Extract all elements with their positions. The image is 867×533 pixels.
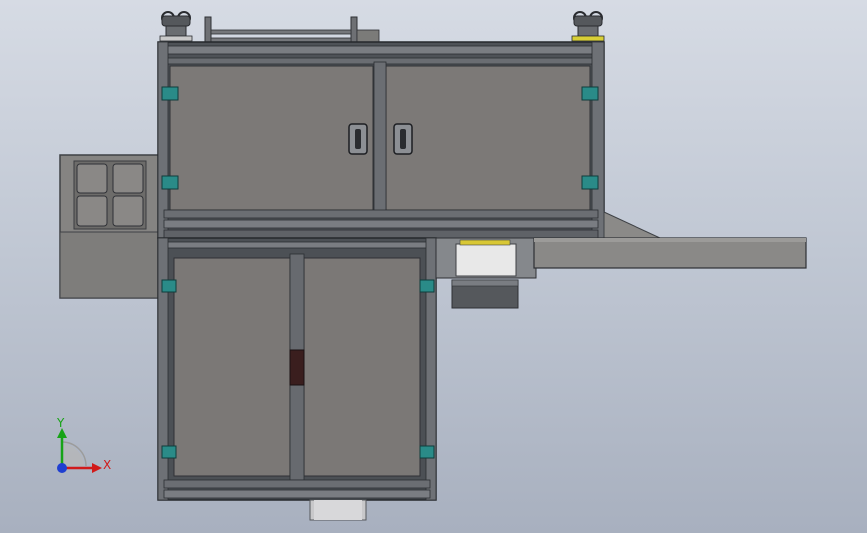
coordinate-triad: Y X <box>56 416 111 473</box>
drive-module <box>435 237 537 309</box>
lifting-eye-right <box>571 11 605 42</box>
bottom-outlet-cylinder <box>309 499 367 521</box>
lower-door-latch[interactable] <box>289 349 305 386</box>
left-side-housing <box>59 154 163 299</box>
door-handle-left[interactable] <box>348 123 368 155</box>
upper-cabinet <box>157 41 605 239</box>
y-axis-label: Y <box>56 416 65 430</box>
lifting-eye-left <box>159 11 193 42</box>
door-handle-right[interactable] <box>393 123 413 155</box>
z-axis-dot <box>57 463 67 473</box>
x-axis-label: X <box>103 458 111 472</box>
cad-model-viewport[interactable]: Y X <box>0 0 867 533</box>
top-rail-assembly <box>204 16 380 46</box>
